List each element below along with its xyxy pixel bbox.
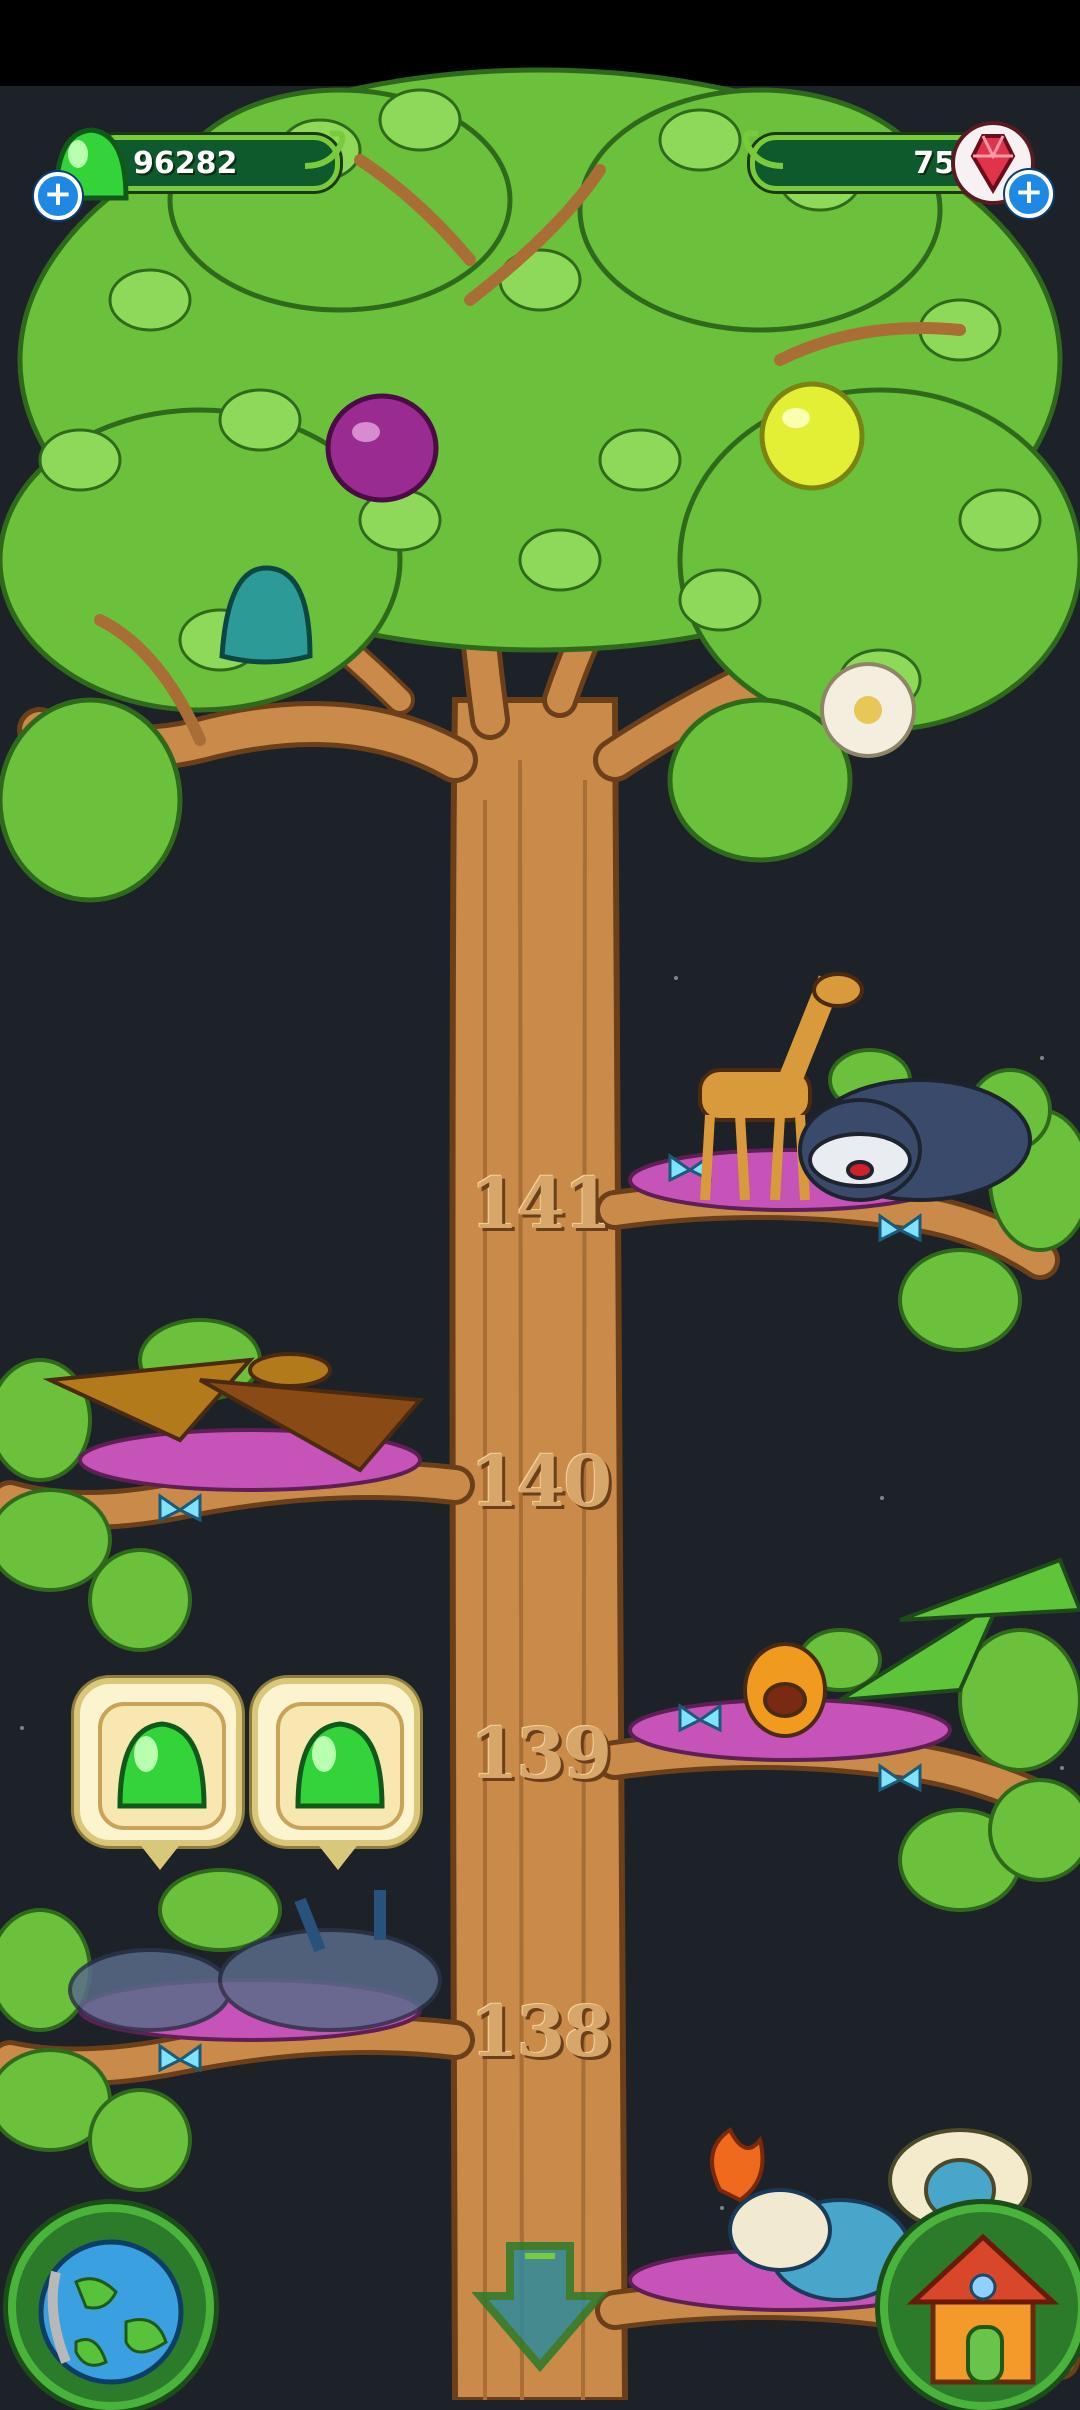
add-jelly-button[interactable]: + [34, 172, 82, 220]
house-icon [906, 2233, 1060, 2385]
walrus [798, 1078, 1032, 1202]
bubble-frame [276, 1702, 404, 1830]
jelly-count: 96282 [133, 146, 238, 181]
purple-fruit [325, 393, 439, 503]
green-jelly-icon [117, 1721, 207, 1809]
bubble-frame [98, 1702, 226, 1830]
globe-icon [38, 2239, 184, 2385]
world-map-button[interactable] [8, 2204, 214, 2410]
scroll-down-button[interactable] [470, 2236, 610, 2376]
vine-curl-icon [304, 130, 346, 169]
yellow-fruit [759, 381, 865, 491]
level-label-138: 138 [469, 1990, 612, 2073]
level-label-140: 140 [469, 1440, 612, 1523]
add-gem-button[interactable]: + [1005, 170, 1053, 218]
vine-curl-icon [742, 130, 784, 169]
home-button[interactable] [880, 2204, 1080, 2410]
white-flower [820, 662, 916, 758]
orange-bird [743, 1642, 827, 1738]
fire-sprite [710, 2127, 765, 2203]
level-label-139: 139 [469, 1712, 612, 1795]
jelly-reward-bubble[interactable] [74, 1678, 242, 1870]
jelly-reward-bubble[interactable] [252, 1678, 420, 1870]
green-jelly-icon [295, 1721, 385, 1809]
tree-trunk [449, 697, 629, 2400]
level-label-141: 141 [469, 1162, 612, 1245]
